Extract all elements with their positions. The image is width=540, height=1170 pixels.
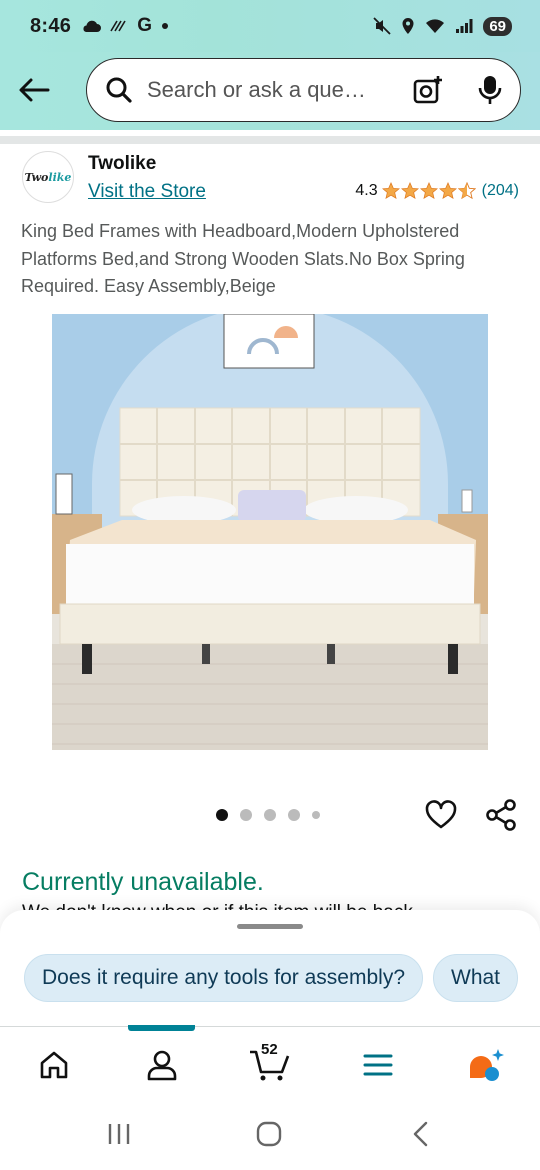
battery-icon: 69 [483, 16, 512, 36]
location-icon [402, 18, 414, 34]
share-button[interactable] [484, 798, 518, 832]
wishlist-button[interactable] [424, 798, 458, 832]
product-image[interactable] [52, 314, 488, 750]
carousel-dot[interactable] [264, 809, 276, 821]
star-half-icon [457, 182, 476, 200]
home-circle-icon [256, 1121, 282, 1147]
star-full-icon [419, 182, 438, 199]
star-rating [381, 182, 476, 200]
suggestion-sheet[interactable]: Does it require any tools for assembly? … [0, 910, 540, 1028]
search-header: Search or ask a que… [0, 52, 540, 130]
bottom-nav: 52 [0, 1025, 540, 1100]
signal-icon [456, 19, 473, 33]
cart-count: 52 [261, 1041, 278, 1058]
star-full-icon [438, 182, 457, 199]
visit-store-link[interactable]: Visit the Store [88, 181, 206, 203]
nav-account[interactable] [137, 1045, 187, 1085]
suggestion-chips: Does it require any tools for assembly? … [24, 954, 519, 1002]
nav-home[interactable] [29, 1045, 79, 1085]
bed-illustration [52, 314, 488, 750]
store-logo-text: Twolike [24, 170, 72, 184]
carousel-dot[interactable] [240, 809, 252, 821]
active-tab-indicator [128, 1025, 195, 1031]
wifi-icon [426, 19, 445, 33]
android-nav [0, 1100, 540, 1170]
android-home-button[interactable] [252, 1118, 286, 1150]
menu-icon [363, 1054, 393, 1076]
nav-menu[interactable] [353, 1045, 403, 1085]
account-icon [147, 1050, 177, 1081]
store-name: Twolike [88, 153, 157, 174]
camera-lens-icon[interactable] [412, 74, 444, 106]
search-icon [106, 77, 132, 103]
suggestion-chip[interactable]: What [433, 954, 519, 1002]
back-arrow-icon [19, 78, 50, 102]
nav-rufus[interactable] [461, 1045, 511, 1085]
back-button[interactable] [14, 70, 54, 110]
nav-cart[interactable]: 52 [245, 1041, 295, 1085]
header-divider [0, 136, 540, 144]
star-full-icon [381, 182, 400, 199]
carousel-dot[interactable] [216, 809, 228, 821]
status-bar: 8:46 G 69 [0, 0, 540, 52]
search-input[interactable]: Search or ask a que… [86, 58, 521, 122]
home-icon [40, 1051, 68, 1079]
share-icon [486, 799, 516, 831]
store-row: Twolike Twolike Visit the Store 4.3 (204… [0, 148, 540, 210]
rufus-icon [470, 1049, 504, 1081]
dot-icon [162, 23, 169, 29]
rating-value: 4.3 [355, 182, 378, 199]
rating-count: (204) [481, 182, 519, 199]
mute-icon [373, 17, 391, 35]
status-time: 8:46 [30, 14, 72, 37]
carousel-dot[interactable] [312, 811, 320, 819]
wifi-calling-icon [110, 20, 126, 32]
microphone-icon[interactable] [478, 74, 502, 106]
product-title: King Bed Frames with Headboard,Modern Up… [21, 221, 465, 296]
android-recents-button[interactable] [102, 1118, 136, 1150]
image-carousel-dots[interactable] [216, 809, 320, 821]
cloud-icon [83, 20, 102, 32]
status-left-icons: G [81, 15, 170, 37]
status-right-icons: 69 [373, 16, 512, 36]
star-full-icon [400, 182, 419, 199]
carousel-dot[interactable] [288, 809, 300, 821]
availability-status: Currently unavailable. [22, 868, 264, 896]
store-logo[interactable]: Twolike [22, 151, 74, 203]
rating-summary[interactable]: 4.3 (204) [355, 182, 519, 200]
heart-icon [425, 800, 457, 829]
recents-icon [108, 1124, 130, 1144]
sheet-drag-handle[interactable] [237, 924, 303, 929]
back-icon [413, 1121, 428, 1147]
search-placeholder: Search or ask a que… [147, 77, 366, 102]
android-back-button[interactable] [404, 1118, 438, 1150]
suggestion-chip[interactable]: Does it require any tools for assembly? [24, 954, 423, 1002]
carrier-label: G [137, 15, 153, 36]
